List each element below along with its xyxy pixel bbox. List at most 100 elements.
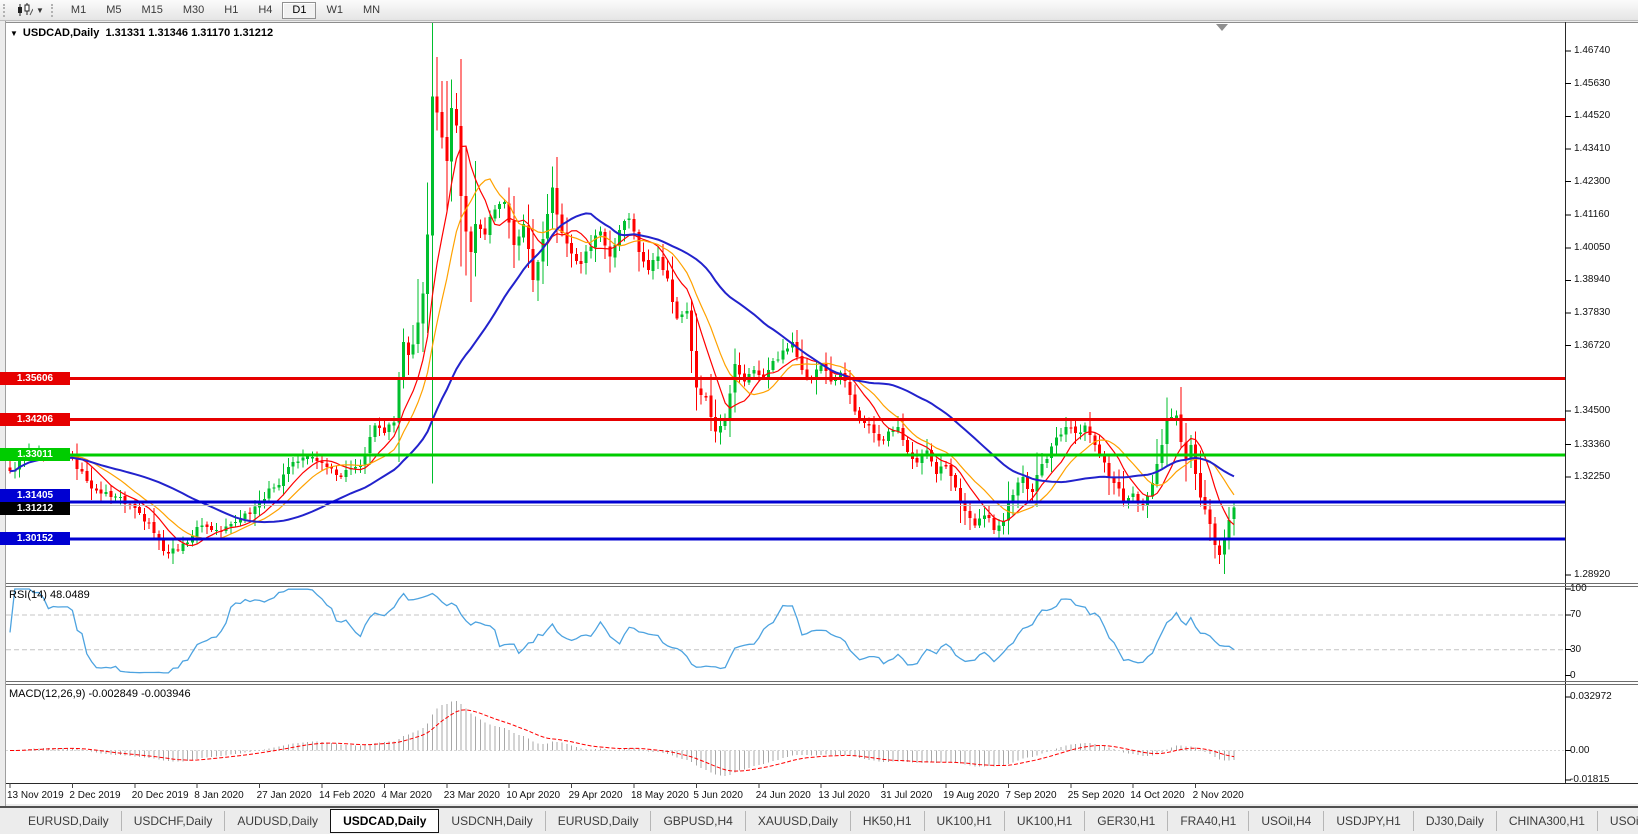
rsi-axis-tick: 30 [1570,643,1582,655]
chart-canvas[interactable] [0,0,1638,834]
price-axis-tick: 1.28920 [1574,569,1611,581]
chart-tab-usdcnh-daily[interactable]: USDCNH,Daily [439,811,544,831]
date-axis-label: 24 Jun 2020 [755,790,811,801]
chart-tab-usdchf-daily[interactable]: USDCHF,Daily [120,811,225,831]
date-axis-label: 29 Apr 2020 [568,790,623,801]
price-level-badge: 1.34206 [0,413,70,427]
ma-fast-line [9,145,1235,547]
timeframe-button-h4[interactable]: H4 [248,1,282,19]
price-level-badge: 1.31405 [0,488,70,502]
chart-shift-marker-icon[interactable] [1216,24,1228,31]
timeframe-button-mn[interactable]: MN [353,1,390,19]
dropdown-caret-icon[interactable]: ▼ [36,6,44,15]
date-axis-label: 19 Aug 2020 [943,790,1000,801]
price-axis-tick: 1.45630 [1574,77,1611,89]
chart-title: ▼ USDCAD,Daily 1.31331 1.31346 1.31170 1.… [10,27,273,40]
chart-ohlc-values: 1.31331 1.31346 1.31170 1.31212 [105,27,274,39]
timeframe-button-d1[interactable]: D1 [282,1,317,19]
price-axis-tick: 1.43410 [1574,142,1611,154]
price-axis-tick: 1.42300 [1574,175,1611,187]
candles-layer [8,23,1236,575]
date-axis-label: 14 Oct 2020 [1130,790,1185,801]
timeframe-buttons: M1 M5 M15 M30 H1 H4 D1 W1 MN [61,1,390,19]
price-axis-tick: 1.40050 [1574,241,1611,253]
date-axis-label: 8 Jan 2020 [194,790,244,801]
date-axis-label: 7 Sep 2020 [1005,790,1057,801]
toolbar-grip-2[interactable] [50,3,57,17]
date-axis-label: 2 Nov 2020 [1192,790,1244,801]
price-axis-tick: 1.33360 [1574,438,1611,450]
price-axis-tick: 1.36720 [1574,339,1611,351]
price-level-badge: 1.33011 [0,448,70,462]
chart-tab-bar: EURUSD,Daily USDCHF,Daily AUDUSD,Daily USDC… [0,806,1638,834]
chart-tab-usoil-h1[interactable]: USOil,H1 [1596,811,1638,831]
current-price-badge: 1.31212 [0,502,70,516]
macd-signal-line [10,709,1235,772]
chart-tab-ger30-h1[interactable]: GER30,H1 [1084,811,1167,831]
date-axis-label: 2 Dec 2019 [69,790,121,801]
timeframe-button-m15[interactable]: M15 [131,1,172,19]
date-axis-label: 4 Mar 2020 [381,790,432,801]
chart-tab-xauusd-daily[interactable]: XAUUSD,Daily [744,811,850,831]
chart-tab-audusd-daily[interactable]: AUDUSD,Daily [224,811,330,831]
rsi-indicator-label: RSI(14) 48.0489 [9,589,90,601]
date-axis-label: 13 Nov 2019 [7,790,64,801]
date-axis-label: 25 Sep 2020 [1067,790,1125,801]
price-level-lines[interactable] [6,377,1565,541]
price-axis-tick: 1.37830 [1574,307,1611,319]
timeframe-button-m1[interactable]: M1 [61,1,96,19]
moving-average-lines [9,145,1235,547]
ma-slow-line [9,212,1235,524]
chart-tab-hk50-h1[interactable]: HK50,H1 [849,811,924,831]
price-axis-tick: 1.32250 [1574,471,1611,483]
chart-tab-usdjpy-h1[interactable]: USDJPY,H1 [1323,811,1412,831]
macd-axis-tick: 0.032972 [1570,690,1612,702]
date-axis-label: 20 Dec 2019 [131,790,189,801]
macd-axis-tick: 0.00 [1570,744,1590,756]
toolbar-grip[interactable] [3,3,9,17]
candlestick-chart-icon [18,3,33,16]
macd-axis-tick: -0.01815 [1570,773,1610,785]
chart-tab-gbpusd-h4[interactable]: GBPUSD,H4 [650,811,744,831]
chart-tab-dj30-daily[interactable]: DJ30,Daily [1412,811,1496,831]
chart-tab-uk100-h1[interactable]: UK100,H1 [1003,811,1084,831]
rsi-axis-tick: 70 [1570,609,1582,620]
chart-type-button[interactable]: ▼ [13,1,48,19]
price-level-badge: 1.35606 [0,371,70,385]
chart-tab-china300-h1[interactable]: CHINA300,H1 [1495,811,1597,831]
date-axis-label: 10 Apr 2020 [506,790,561,801]
collapse-caret-icon[interactable]: ▼ [10,29,18,38]
date-axis-label: 23 Mar 2020 [443,790,500,801]
macd-histogram [14,700,1235,776]
timeframe-button-m5[interactable]: M5 [96,1,131,19]
chart-tab-usoil-h4[interactable]: USOil,H4 [1248,811,1323,831]
rsi-guide-lines [6,614,1565,651]
price-axis-tick: 1.44520 [1574,110,1611,122]
chart-tab-fra40-h1[interactable]: FRA40,H1 [1167,811,1248,831]
chart-tab-eurusd-daily[interactable]: EURUSD,Daily [16,811,121,831]
date-axis-label: 31 Jul 2020 [880,790,933,801]
price-level-badge: 1.30152 [0,532,70,546]
timeframe-button-m30[interactable]: M30 [173,1,214,19]
chart-tab-usdcad-daily[interactable]: USDCAD,Daily [330,809,440,833]
date-axis-label: 14 Feb 2020 [319,790,376,801]
toolbar: ▼ M1 M5 M15 M30 H1 H4 D1 W1 MN [0,0,1638,21]
date-axis-label: 13 Jul 2020 [818,790,870,801]
price-axis-tick: 1.41160 [1574,209,1610,221]
chart-symbol-label: USDCAD,Daily [22,27,100,39]
panel-borders [5,22,1638,788]
date-axis-label: 27 Jan 2020 [256,790,312,801]
chart-tab-eurusd-daily[interactable]: EURUSD,Daily [544,811,651,831]
rsi-line [9,588,1235,674]
date-axis-label: 5 Jun 2020 [693,790,743,801]
price-axis-tick: 1.34500 [1574,404,1611,416]
timeframe-button-w1[interactable]: W1 [316,1,353,19]
chart-tab-uk100-h1[interactable]: UK100,H1 [923,811,1004,831]
price-axis-tick: 1.46740 [1574,45,1611,56]
price-axis-tick: 1.38940 [1574,274,1611,286]
rsi-axis-tick: 100 [1570,583,1587,594]
rsi-axis-tick: 0 [1570,669,1576,681]
ma-mid-line [9,178,1235,540]
date-axis-label: 18 May 2020 [631,790,689,801]
timeframe-button-h1[interactable]: H1 [214,1,248,19]
